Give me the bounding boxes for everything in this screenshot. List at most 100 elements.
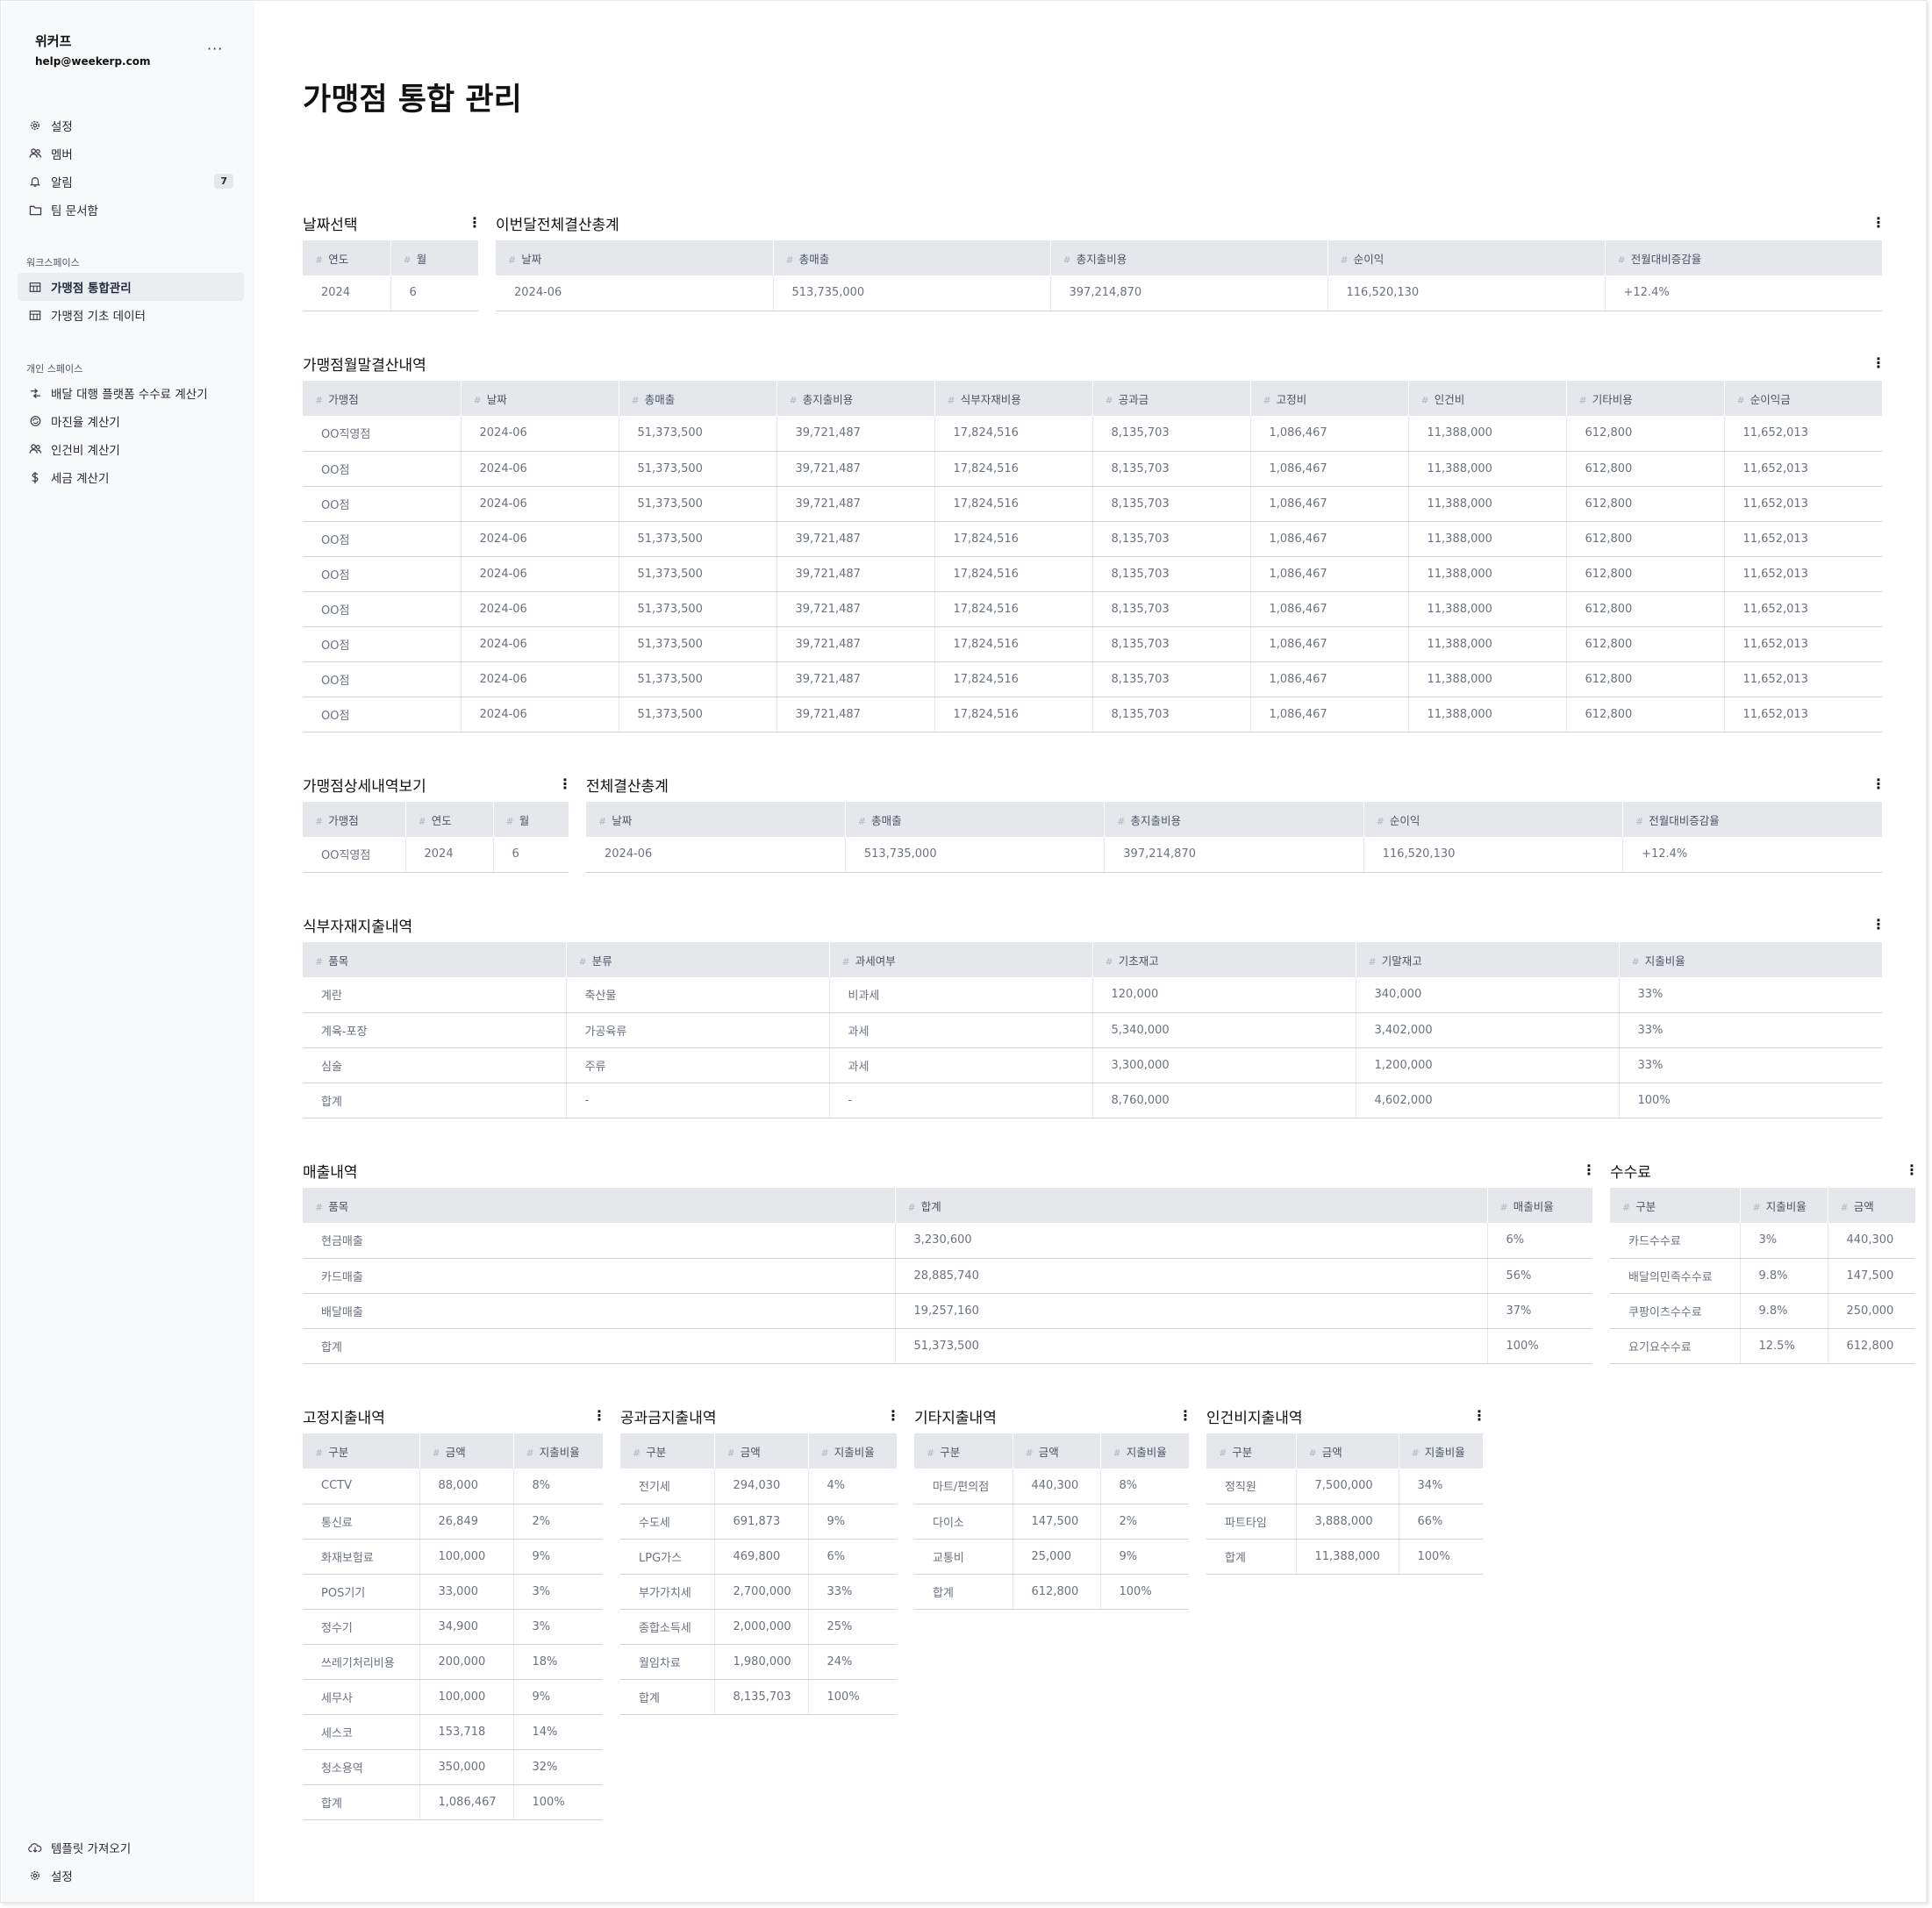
table-cell[interactable]: 2024-06 bbox=[461, 591, 619, 627]
column-header[interactable]: # 전월대비증감율 bbox=[1622, 802, 1882, 837]
table-cell[interactable]: 1,086,467 bbox=[1250, 451, 1409, 487]
table-cell[interactable]: 1,086,467 bbox=[1250, 697, 1409, 732]
table-cell[interactable]: 1,200,000 bbox=[1356, 1047, 1620, 1083]
table-cell[interactable]: 17,824,516 bbox=[934, 697, 1093, 732]
table-cell[interactable]: 9% bbox=[513, 1679, 603, 1715]
table-row[interactable]: 2024-06 513,735,000 397,214,870 116,520,130… bbox=[586, 837, 1882, 873]
table-cell[interactable]: 116,520,130 bbox=[1363, 837, 1624, 873]
table-cell[interactable]: 51,373,500 bbox=[895, 1328, 1488, 1364]
table-cell[interactable]: OO점 bbox=[303, 556, 462, 592]
kebab-menu-icon[interactable]: ⋮ bbox=[1871, 777, 1885, 791]
table-row[interactable]: 쿠팡이츠수수료 9.8% 250,000 bbox=[1610, 1293, 1915, 1329]
table-cell[interactable]: OO점 bbox=[303, 591, 462, 627]
table-row[interactable]: 정수기 34,900 3% bbox=[303, 1609, 603, 1645]
table-cell[interactable]: 51,373,500 bbox=[619, 697, 777, 732]
column-header[interactable]: # 지출비율 bbox=[1740, 1188, 1828, 1223]
table-cell[interactable]: 612,800 bbox=[1566, 626, 1725, 662]
table-row[interactable]: 세스코 153,718 14% bbox=[303, 1714, 603, 1750]
table-row[interactable]: OO점 2024-06 51,373,500 39,721,487 17,824,516… bbox=[303, 486, 1882, 522]
table-cell[interactable]: 200,000 bbox=[419, 1644, 514, 1680]
table-cell[interactable]: 가공육류 bbox=[566, 1012, 830, 1048]
table-cell[interactable]: 현금매출 bbox=[303, 1223, 896, 1259]
table-cell[interactable]: 88,000 bbox=[419, 1469, 514, 1504]
column-header[interactable]: # 인건비 bbox=[1408, 381, 1567, 416]
table-cell[interactable]: OO직영점 bbox=[303, 416, 462, 452]
table-row[interactable]: 합계 - -8,760,000 4,602,000 100% bbox=[303, 1083, 1882, 1118]
column-header[interactable]: # 매출비율 bbox=[1487, 1188, 1592, 1223]
table-cell[interactable]: 8,135,703 bbox=[1092, 661, 1251, 697]
table-cell[interactable]: 612,800 bbox=[1566, 486, 1725, 522]
table-cell[interactable]: 배달매출 bbox=[303, 1293, 896, 1329]
table-row[interactable]: 요기요수수료 12.5% 612,800 bbox=[1610, 1328, 1915, 1364]
table-cell[interactable]: 51,373,500 bbox=[619, 521, 777, 557]
table-row[interactable]: 세무사 100,000 9% bbox=[303, 1679, 603, 1715]
table-cell[interactable]: 513,735,000 bbox=[845, 837, 1106, 873]
table-cell[interactable]: 33,000 bbox=[419, 1574, 514, 1610]
sidebar-item-1[interactable]: 멤버 bbox=[18, 139, 244, 168]
table-cell[interactable]: 6% bbox=[808, 1539, 897, 1575]
table-cell[interactable]: 4,602,000 bbox=[1356, 1083, 1620, 1118]
table-cell[interactable]: 25,000 bbox=[1013, 1539, 1101, 1575]
kebab-menu-icon[interactable]: ⋮ bbox=[558, 777, 572, 791]
table-row[interactable]: OO점 2024-06 51,373,500 39,721,487 17,824,516… bbox=[303, 521, 1882, 557]
column-header[interactable]: # 식부자재비용 bbox=[934, 381, 1093, 416]
table-cell[interactable]: 11,388,000 bbox=[1408, 626, 1567, 662]
table-cell[interactable]: 1,086,467 bbox=[1250, 486, 1409, 522]
table-cell[interactable]: 51,373,500 bbox=[619, 591, 777, 627]
table-cell[interactable]: 11,652,013 bbox=[1724, 697, 1882, 732]
table-cell[interactable]: 100% bbox=[513, 1784, 603, 1820]
table-cell[interactable]: 2024-06 bbox=[461, 486, 619, 522]
table-cell[interactable]: 11,652,013 bbox=[1724, 521, 1882, 557]
table-row[interactable]: 파트타임 3,888,000 66% bbox=[1206, 1504, 1483, 1540]
column-header[interactable]: # 합계 bbox=[895, 1188, 1488, 1223]
table-cell[interactable]: 51,373,500 bbox=[619, 416, 777, 452]
table-cell[interactable]: 주류 bbox=[566, 1047, 830, 1083]
table-cell[interactable]: 합계 bbox=[303, 1083, 567, 1118]
table-cell[interactable]: 세스코 bbox=[303, 1714, 420, 1750]
column-header[interactable]: # 품목 bbox=[303, 1188, 896, 1223]
table-row[interactable]: 2024 6 bbox=[303, 275, 478, 311]
table-cell[interactable]: 종합소득세 bbox=[620, 1609, 715, 1645]
table-cell[interactable]: 계란 bbox=[303, 977, 567, 1013]
table-row[interactable]: 배달의민족수수료 9.8% 147,500 bbox=[1610, 1258, 1915, 1294]
column-header[interactable]: # 가맹점 bbox=[303, 381, 462, 416]
table-cell[interactable]: OO점 bbox=[303, 451, 462, 487]
table-cell[interactable]: 5,340,000 bbox=[1092, 1012, 1356, 1048]
column-header[interactable]: # 금액 bbox=[1828, 1188, 1915, 1223]
kebab-menu-icon[interactable]: ⋮ bbox=[1582, 1163, 1596, 1177]
table-cell[interactable]: 147,500 bbox=[1828, 1258, 1915, 1294]
table-cell[interactable]: 39,721,487 bbox=[776, 486, 935, 522]
column-header[interactable]: # 총매출 bbox=[845, 802, 1106, 837]
table-cell[interactable]: 전기세 bbox=[620, 1469, 715, 1504]
workspace-item-1[interactable]: 가맹점 기초 데이터 bbox=[18, 301, 244, 329]
table-row[interactable]: OO점 2024-06 51,373,500 39,721,487 17,824,516… bbox=[303, 697, 1882, 732]
column-header[interactable]: # 총지출비용 bbox=[1050, 240, 1328, 275]
table-cell[interactable]: 8,135,703 bbox=[714, 1679, 809, 1715]
table-cell[interactable]: 2024-06 bbox=[461, 556, 619, 592]
table-cell[interactable]: 612,800 bbox=[1566, 556, 1725, 592]
column-header[interactable]: # 구분 bbox=[1206, 1433, 1297, 1469]
table-cell[interactable]: 심술 bbox=[303, 1047, 567, 1083]
table-row[interactable]: POS기기 33,000 3% bbox=[303, 1574, 603, 1610]
table-cell[interactable]: 11,388,000 bbox=[1296, 1539, 1399, 1575]
column-header[interactable]: # 가맹점 bbox=[303, 802, 406, 837]
table-cell[interactable]: 612,800 bbox=[1566, 451, 1725, 487]
table-cell[interactable]: 100,000 bbox=[419, 1679, 514, 1715]
column-header[interactable]: # 총지출비용 bbox=[1104, 802, 1364, 837]
sidebar-item-2[interactable]: 알림 7 bbox=[18, 168, 244, 196]
sidebar-bottom-item-1[interactable]: 설정 bbox=[18, 1862, 244, 1890]
table-cell[interactable]: 8,135,703 bbox=[1092, 486, 1251, 522]
table-cell[interactable]: 합계 bbox=[303, 1328, 896, 1364]
table-cell[interactable]: 11,652,013 bbox=[1724, 556, 1882, 592]
column-header[interactable]: # 분류 bbox=[566, 942, 830, 977]
table-cell[interactable]: 9.8% bbox=[1740, 1293, 1828, 1329]
table-cell[interactable]: 교통비 bbox=[914, 1539, 1013, 1575]
table-cell[interactable]: 2024 bbox=[405, 837, 494, 873]
personal-item-1[interactable]: 마진율 계산기 bbox=[18, 407, 244, 435]
table-cell[interactable]: 2024-06 bbox=[461, 521, 619, 557]
table-cell[interactable]: 612,800 bbox=[1566, 661, 1725, 697]
table-row[interactable]: 계란 축산물 비과세 120,000 340,000 33% bbox=[303, 977, 1882, 1013]
table-cell[interactable]: 2,000,000 bbox=[714, 1609, 809, 1645]
column-header[interactable]: # 품목 bbox=[303, 942, 567, 977]
kebab-menu-icon[interactable]: ⋮ bbox=[1905, 1163, 1919, 1177]
